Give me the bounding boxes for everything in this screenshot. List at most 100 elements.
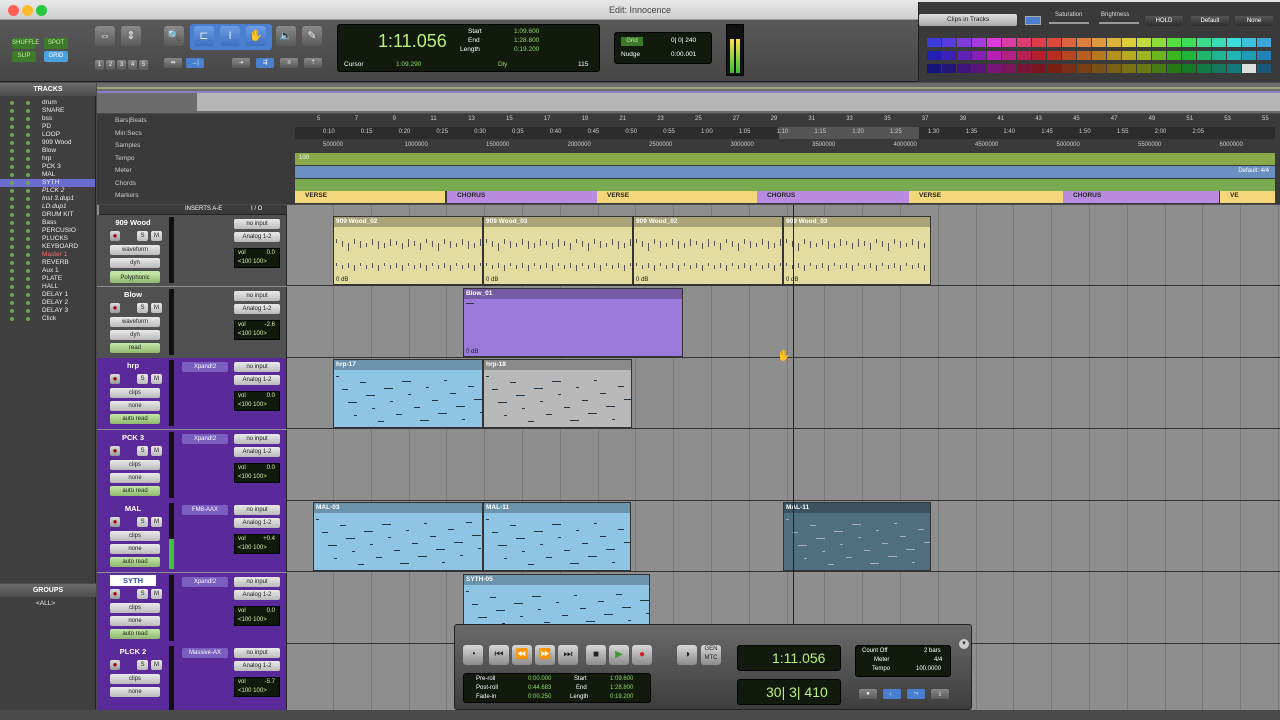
tempo-value[interactable]: 115 [578, 61, 588, 68]
end-value[interactable]: 1:28.800 [514, 37, 539, 44]
meter-ruler[interactable]: Default: 4/4 [295, 166, 1275, 178]
color-swatch[interactable] [1227, 38, 1241, 47]
track-show-icon[interactable] [26, 245, 30, 249]
color-swatch[interactable] [957, 38, 971, 47]
color-swatch[interactable] [1092, 38, 1106, 47]
automation-mode-selector[interactable]: auto read [110, 557, 160, 567]
insert-slot[interactable]: Xpand!2 [182, 433, 228, 444]
color-swatch[interactable] [1077, 51, 1091, 60]
universe-overview[interactable] [97, 83, 1280, 113]
track-show-icon[interactable] [26, 157, 30, 161]
track-name[interactable]: 909 Wood [110, 217, 156, 228]
none-color-button[interactable]: None [1235, 16, 1273, 26]
meter-value[interactable]: 4/4 [934, 657, 942, 663]
track-show-icon[interactable] [26, 221, 30, 225]
track-active-icon[interactable] [10, 309, 14, 313]
link-timeline-icon[interactable]: ⇹ [164, 58, 182, 68]
main-counter[interactable]: 1:11.056 [378, 31, 447, 52]
length-value[interactable]: 0:19.200 [514, 46, 539, 53]
marker-label[interactable]: VERSE [607, 192, 629, 199]
color-swatch[interactable] [957, 51, 971, 60]
tracks-list-item[interactable]: bss [0, 115, 95, 123]
volume-value[interactable]: 0.0 [267, 607, 275, 616]
play-icon[interactable]: ▶ [609, 645, 629, 665]
tracks-list-item[interactable]: Master 1 [0, 251, 95, 259]
color-swatch[interactable] [1152, 38, 1166, 47]
grid-label[interactable]: Grid [621, 37, 643, 46]
tracks-list-item[interactable]: REVERB [0, 259, 95, 267]
track-output-selector[interactable]: Analog 1-2 [234, 589, 280, 600]
track-mode-selector[interactable]: dyn [110, 258, 160, 268]
track-name[interactable]: MAL [110, 503, 156, 514]
mirror-midi-icon[interactable]: ≡ [280, 58, 298, 68]
tracks-list-item[interactable]: PLUCKS [0, 235, 95, 243]
track-active-icon[interactable] [10, 125, 14, 129]
record-enable-button[interactable]: ● [110, 660, 120, 670]
clip[interactable]: MAL-03 [313, 502, 483, 571]
track-active-icon[interactable] [10, 173, 14, 177]
selector-tool-icon[interactable]: I [220, 26, 240, 46]
volume-display[interactable]: vol 0.0 <100 100> [234, 605, 280, 626]
transport-end-value[interactable]: 1:28.800 [610, 685, 633, 691]
tracks-list-item[interactable]: DELAY 3 [0, 307, 95, 315]
samples-ruler[interactable]: 500000 1000000 1500000 2000000 2500000 300000… [295, 140, 1275, 152]
color-swatch[interactable] [1167, 38, 1181, 47]
color-swatch[interactable] [1107, 51, 1121, 60]
color-swatch[interactable] [1062, 51, 1076, 60]
track-show-icon[interactable] [26, 309, 30, 313]
track-active-icon[interactable] [10, 245, 14, 249]
color-swatch[interactable] [1242, 64, 1256, 73]
rewind-icon[interactable]: ⏪ [512, 645, 532, 665]
nudge-value[interactable]: 0:00.001 [671, 51, 696, 58]
color-swatch[interactable] [957, 64, 971, 73]
wait-for-note-icon[interactable]: ● [859, 689, 877, 699]
postroll-label[interactable]: Post-roll [476, 685, 498, 691]
mute-button[interactable]: M [151, 445, 162, 456]
track-name[interactable]: hrp [110, 360, 156, 371]
color-swatch[interactable] [1227, 51, 1241, 60]
color-swatch[interactable] [1242, 38, 1256, 47]
nudge-label[interactable]: Nudge [621, 51, 640, 58]
record-icon[interactable]: ● [632, 645, 652, 665]
tracks-list-item[interactable]: DELAY 2 [0, 299, 95, 307]
color-swatch[interactable] [1152, 64, 1166, 73]
polyphonic-selector[interactable]: Polyphonic [110, 273, 160, 283]
mute-button[interactable]: M [151, 231, 162, 241]
color-swatch[interactable] [942, 51, 956, 60]
grid-mode-button[interactable]: GRID [44, 51, 68, 62]
solo-button[interactable]: S [137, 302, 148, 313]
tracks-list-item[interactable]: MAL [0, 171, 95, 179]
keyboard-focus-icon[interactable]: ⇡ [304, 58, 322, 68]
color-swatch[interactable] [1032, 64, 1046, 73]
solo-button[interactable]: S [137, 660, 148, 670]
track-show-icon[interactable] [26, 109, 30, 113]
postroll-value[interactable]: 0:44.683 [528, 685, 551, 691]
marker-region[interactable] [1220, 191, 1275, 203]
track-name[interactable]: PLCK 2 [110, 646, 156, 657]
clip[interactable]: Blow_01 0 dB [463, 287, 683, 357]
mute-button[interactable]: M [151, 517, 162, 527]
color-swatch[interactable] [1212, 51, 1226, 60]
pan-value[interactable]: <100 100> [238, 473, 279, 482]
color-swatch[interactable] [1092, 51, 1106, 60]
countoff-value[interactable]: 2 bars [924, 648, 941, 654]
color-swatch[interactable] [1062, 64, 1076, 73]
track-active-icon[interactable] [10, 189, 14, 193]
tracks-list-item[interactable]: drum [0, 99, 95, 107]
tracks-list-item[interactable]: 909 Wood [0, 139, 95, 147]
track-active-icon[interactable] [10, 181, 14, 185]
track-show-icon[interactable] [26, 101, 30, 105]
insert-slot[interactable]: Xpand!2 [182, 576, 228, 587]
tracks-list-item[interactable]: LOOP [0, 131, 95, 139]
color-swatch[interactable] [1152, 51, 1166, 60]
volume-display[interactable]: vol 0.0 <100 100> [234, 248, 280, 268]
tracks-list-item[interactable]: SNARE [0, 107, 95, 115]
spot-mode-button[interactable]: SPOT [44, 38, 68, 49]
color-swatch[interactable] [927, 51, 941, 60]
groups-panel-title[interactable]: GROUPS [0, 584, 96, 597]
record-enable-button[interactable]: ● [110, 445, 120, 456]
color-swatch[interactable] [1107, 38, 1121, 47]
record-enable-button[interactable]: ● [110, 517, 120, 527]
color-swatch[interactable] [1047, 38, 1061, 47]
tracks-list-item[interactable]: PCK 3 [0, 163, 95, 171]
